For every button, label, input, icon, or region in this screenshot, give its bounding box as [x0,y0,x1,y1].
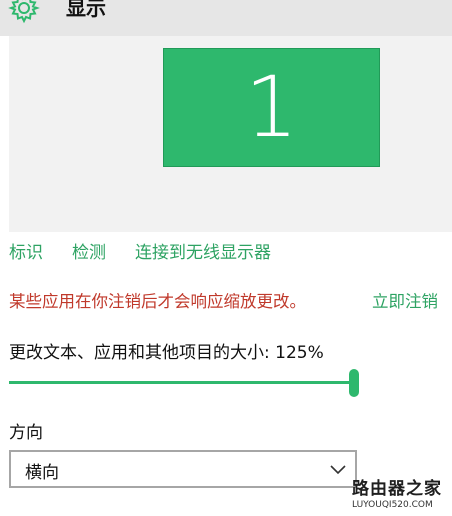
scale-slider-track[interactable] [9,381,355,384]
gear-icon[interactable] [8,0,40,24]
identify-link[interactable]: 标识 [9,238,43,263]
settings-header: 显示 [0,0,452,36]
detect-link[interactable]: 检测 [72,238,106,263]
site-watermark: 路由器之家 LUYOUQI520.COM [346,474,452,516]
scale-label: 更改文本、应用和其他项目的大小: 125% [9,343,324,363]
scale-slider-thumb[interactable] [349,369,359,397]
connect-wireless-display-link[interactable]: 连接到无线显示器 [135,238,271,263]
sign-out-now-link[interactable]: 立即注销 [372,288,438,312]
watermark-url: LUYOUQI520.COM [352,500,433,510]
orientation-label: 方向 [9,423,43,443]
watermark-text: 路由器之家 [352,479,442,499]
scale-warning-text: 某些应用在你注销后才会响应缩放更改。 [9,292,306,311]
page-title: 显示 [66,0,106,20]
orientation-select[interactable]: 横向 [9,450,357,488]
monitor-1[interactable]: 1 [163,48,380,167]
display-preview: 1 [9,36,452,232]
orientation-selected-value: 横向 [25,463,59,483]
chevron-down-icon [330,465,346,475]
